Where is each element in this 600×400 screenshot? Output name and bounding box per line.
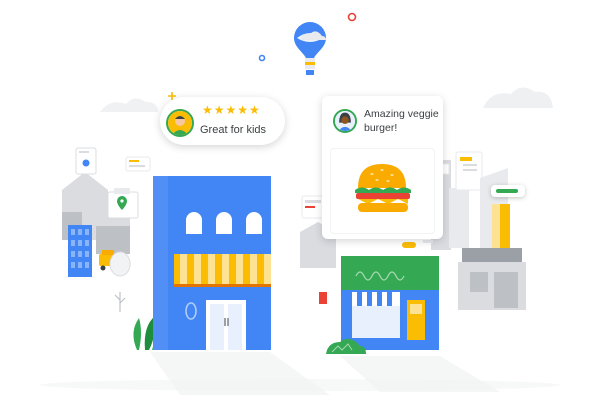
person-icon xyxy=(335,111,355,131)
confetti-bits xyxy=(402,240,433,248)
burger-image xyxy=(330,148,435,234)
avatar xyxy=(166,109,194,137)
rating-stars: ★★★★★ xyxy=(202,103,261,117)
city-illustration xyxy=(40,12,560,395)
avatar xyxy=(333,109,357,133)
tree-icon xyxy=(109,251,131,312)
review-card-kids: ★★★★★ Great for kids xyxy=(160,97,285,145)
shop-awning xyxy=(352,292,400,306)
review-text: Great for kids xyxy=(200,124,267,136)
windows xyxy=(186,212,262,234)
blue-shop xyxy=(319,256,439,350)
building-door xyxy=(206,300,246,350)
person-icon xyxy=(168,111,192,135)
mini-rating-card xyxy=(125,156,151,172)
map-card-1 xyxy=(75,147,97,175)
balloon-icon xyxy=(294,22,326,75)
grey-shop xyxy=(458,248,526,310)
left-blue-tower xyxy=(68,225,92,277)
review-card-veggie: Amazing veggie burger! xyxy=(322,96,443,239)
review-text: Amazing veggie burger! xyxy=(364,108,439,134)
yellow-awning xyxy=(174,254,271,287)
green-tag xyxy=(491,185,525,197)
blue-building xyxy=(153,176,271,350)
map-pin-icon xyxy=(107,188,139,219)
burger-icon xyxy=(355,164,411,212)
ground-shadows xyxy=(40,352,560,395)
